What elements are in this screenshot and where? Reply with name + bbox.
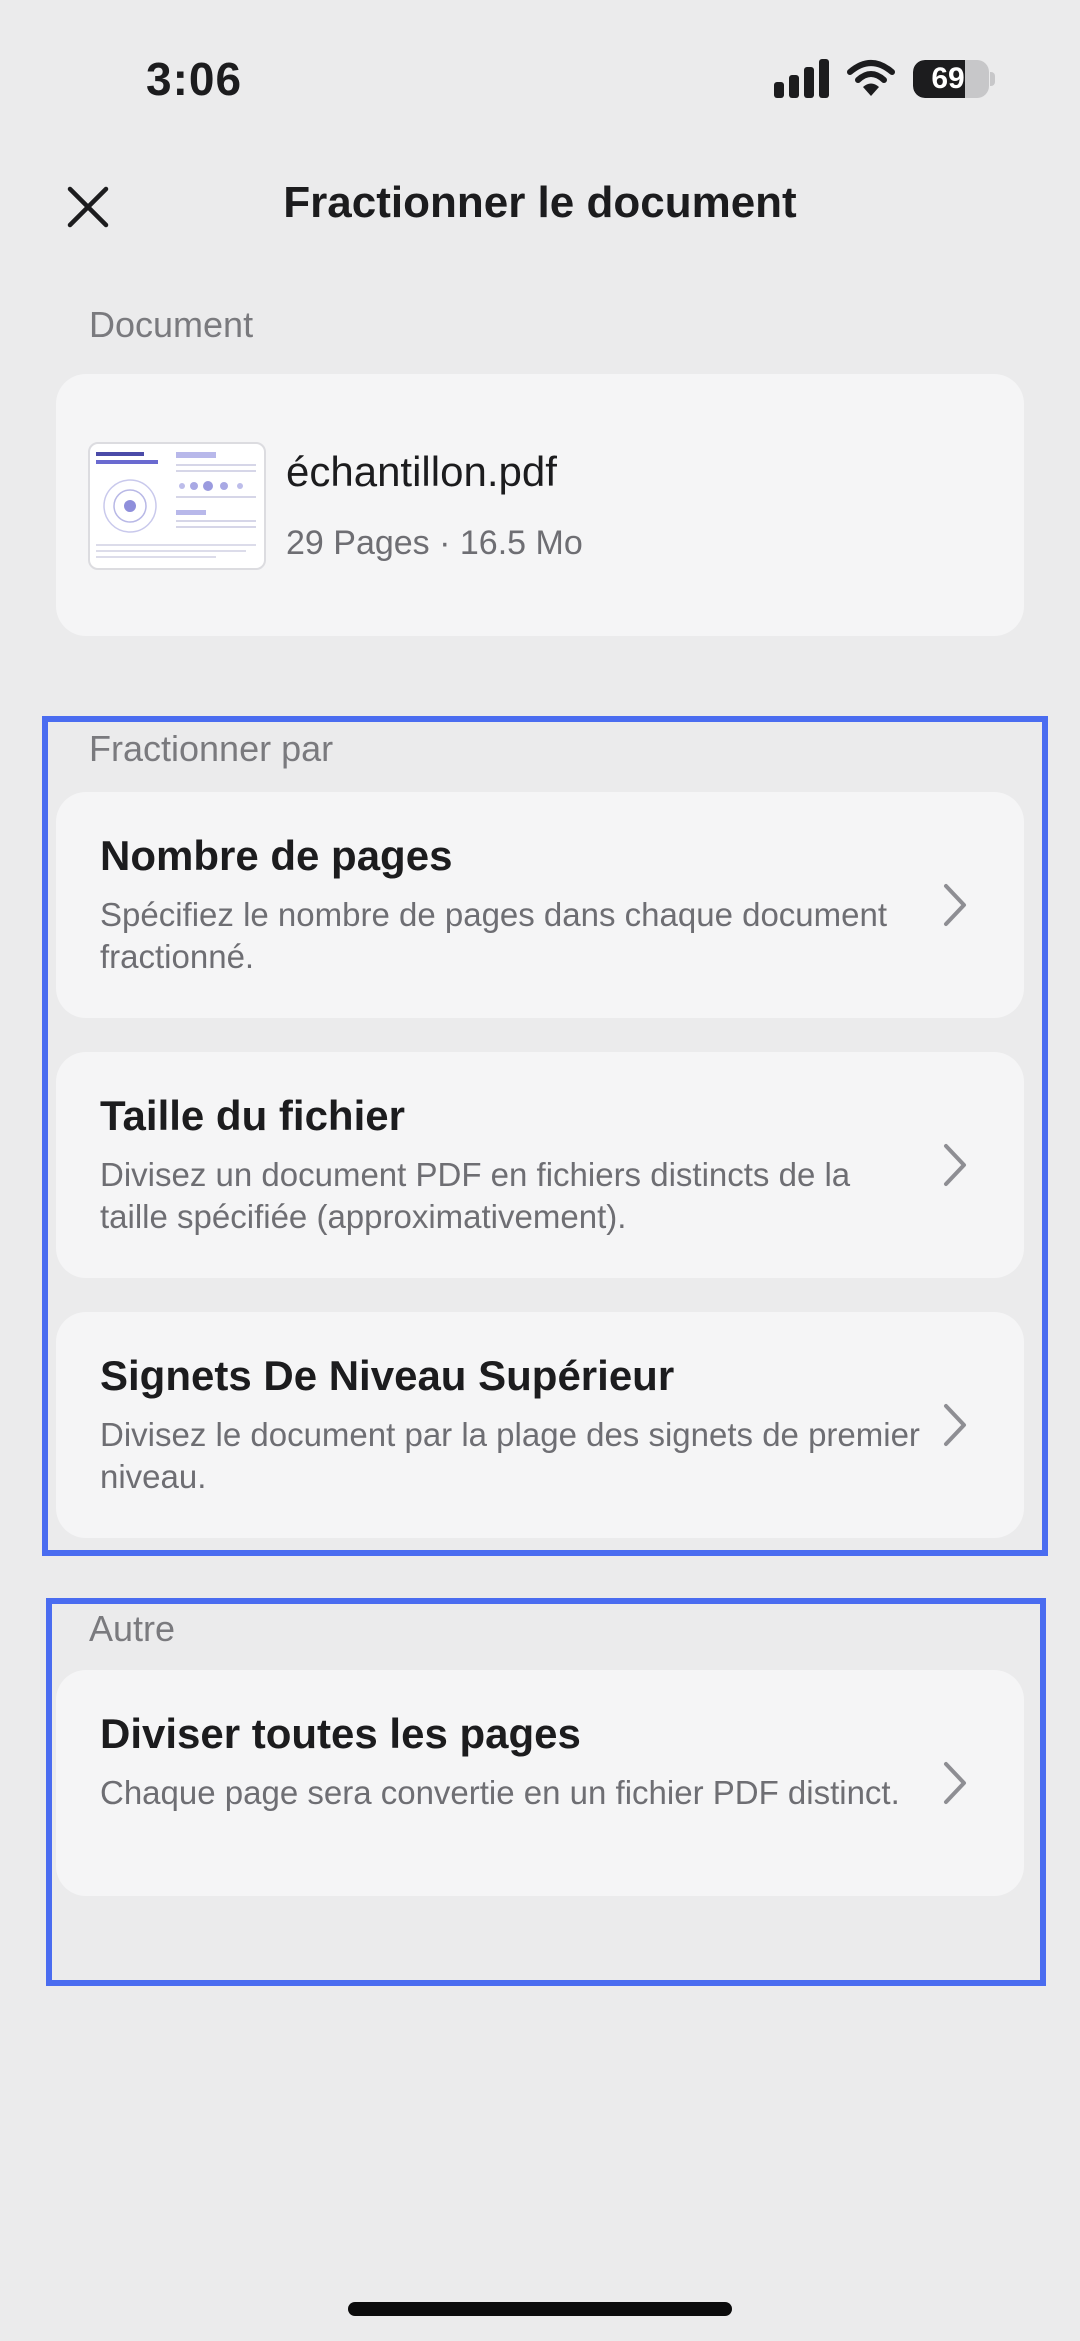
chevron-right-icon [944,1762,966,1804]
section-label-other: Autre [89,1608,176,1649]
page-title: Fractionner le document [283,178,797,227]
option-description: Spécifiez le nombre de pages dans chaque… [100,896,888,975]
option-title: Diviser toutes les pages [100,1710,581,1757]
option-title: Nombre de pages [100,832,453,879]
home-indicator[interactable] [348,2302,732,2316]
document-file-meta: 29 Pages · 16.5 Mo [286,524,583,562]
document-thumbnail [88,442,266,570]
cellular-signal-icon [774,59,829,98]
document-card: échantillon.pdf 29 Pages · 16.5 Mo [56,374,1024,636]
option-page-count[interactable]: Nombre de pages Spécifiez le nombre de p… [56,792,1024,1018]
status-time: 3:06 [146,53,243,105]
wifi-icon [847,60,895,96]
document-file-name: échantillon.pdf [286,448,557,495]
section-label-document: Document [89,304,254,345]
chevron-right-icon [944,884,966,926]
option-description: Divisez le document par la plage des sig… [100,1416,920,1495]
option-description: Divisez un document PDF en fichiers dist… [100,1156,851,1235]
chevron-right-icon [944,1144,966,1186]
chevron-right-icon [944,1404,966,1446]
status-bar: 3:06 69 [0,0,1080,150]
battery-icon: 69 [913,60,989,98]
section-label-split-by: Fractionner par [89,728,334,769]
option-file-size[interactable]: Taille du fichier Divisez un document PD… [56,1052,1024,1278]
option-top-level-bookmarks[interactable]: Signets De Niveau Supérieur Divisez le d… [56,1312,1024,1538]
option-title: Taille du fichier [100,1092,405,1139]
battery-tip [990,72,995,86]
option-description: Chaque page sera convertie en un fichier… [100,1774,900,1811]
option-title: Signets De Niveau Supérieur [100,1352,675,1399]
battery-level: 69 [931,62,965,95]
option-split-all-pages[interactable]: Diviser toutes les pages Chaque page ser… [56,1670,1024,1896]
